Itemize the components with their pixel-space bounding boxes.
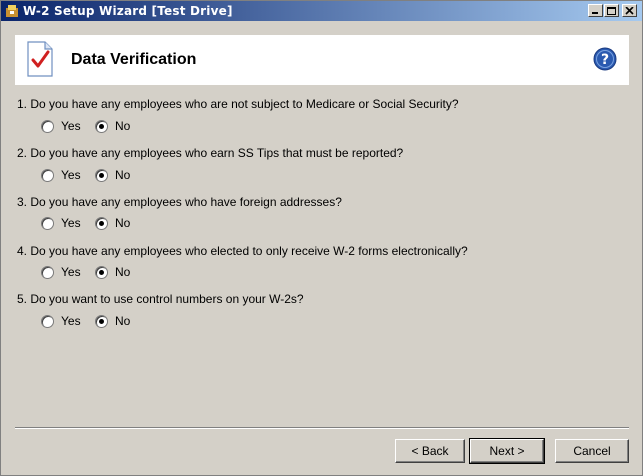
question-5-yes-radio[interactable] (41, 314, 54, 328)
minimize-icon (592, 12, 598, 14)
question-1: 1. Do you have any employees who are not… (17, 97, 459, 111)
title-bar[interactable]: W-2 Setup Wizard [Test Drive] (1, 1, 642, 21)
window-title: W-2 Setup Wizard [Test Drive] (23, 4, 233, 18)
question-2-no-option[interactable]: No (95, 168, 130, 182)
question-5-no-radio[interactable] (95, 314, 108, 328)
question-3-yes-option[interactable]: Yes (41, 216, 81, 230)
question-1-yes-radio[interactable] (41, 119, 54, 133)
svg-text:?: ? (601, 52, 609, 68)
close-button[interactable] (622, 4, 637, 17)
question-3-no-radio[interactable] (95, 216, 108, 230)
checklist-document-icon (27, 41, 53, 77)
question-5-yes-option[interactable]: Yes (41, 314, 81, 328)
question-4-text: 4. Do you have any employees who elected… (17, 244, 468, 258)
yes-label: Yes (61, 265, 81, 279)
question-4-yes-option[interactable]: Yes (41, 265, 81, 279)
question-5: 5. Do you want to use control numbers on… (17, 292, 304, 306)
question-4: 4. Do you have any employees who elected… (17, 244, 468, 258)
cancel-button[interactable]: Cancel (555, 439, 629, 463)
wizard-window: W-2 Setup Wizard [Test Drive] Data Verif… (0, 0, 643, 476)
next-button[interactable]: Next > (469, 438, 545, 464)
maximize-icon (607, 7, 616, 15)
maximize-button[interactable] (604, 4, 619, 17)
question-4-no-radio[interactable] (95, 265, 108, 279)
no-label: No (115, 314, 131, 328)
question-2-text: 2. Do you have any employees who earn SS… (17, 146, 404, 160)
question-1-no-option[interactable]: No (95, 119, 130, 133)
no-label: No (115, 168, 131, 182)
no-label: No (115, 119, 131, 133)
question-2-yes-radio[interactable] (41, 168, 54, 182)
help-icon[interactable]: ? (593, 47, 617, 71)
no-label: No (115, 265, 131, 279)
yes-label: Yes (61, 216, 81, 230)
question-2-no-radio[interactable] (95, 168, 108, 182)
footer-divider (15, 427, 629, 429)
question-5-text: 5. Do you want to use control numbers on… (17, 292, 304, 306)
wizard-header: Data Verification ? (15, 35, 629, 85)
minimize-button[interactable] (588, 4, 603, 17)
question-1-no-radio[interactable] (95, 119, 108, 133)
close-icon (625, 7, 634, 15)
question-3-text: 3. Do you have any employees who have fo… (17, 195, 342, 209)
no-label: No (115, 216, 131, 230)
question-3-yes-radio[interactable] (41, 216, 54, 230)
question-2: 2. Do you have any employees who earn SS… (17, 146, 403, 160)
question-3-no-option[interactable]: No (95, 216, 130, 230)
yes-label: Yes (61, 168, 81, 182)
question-4-no-option[interactable]: No (95, 265, 130, 279)
question-1-yes-option[interactable]: Yes (41, 119, 81, 133)
question-4-yes-radio[interactable] (41, 265, 54, 279)
app-icon (6, 5, 18, 17)
back-button[interactable]: < Back (395, 439, 465, 463)
page-title: Data Verification (71, 51, 197, 68)
question-1-text: 1. Do you have any employees who are not… (17, 97, 459, 111)
question-5-no-option[interactable]: No (95, 314, 130, 328)
yes-label: Yes (61, 119, 81, 133)
yes-label: Yes (61, 314, 81, 328)
question-3: 3. Do you have any employees who have fo… (17, 195, 342, 209)
question-2-yes-option[interactable]: Yes (41, 168, 81, 182)
